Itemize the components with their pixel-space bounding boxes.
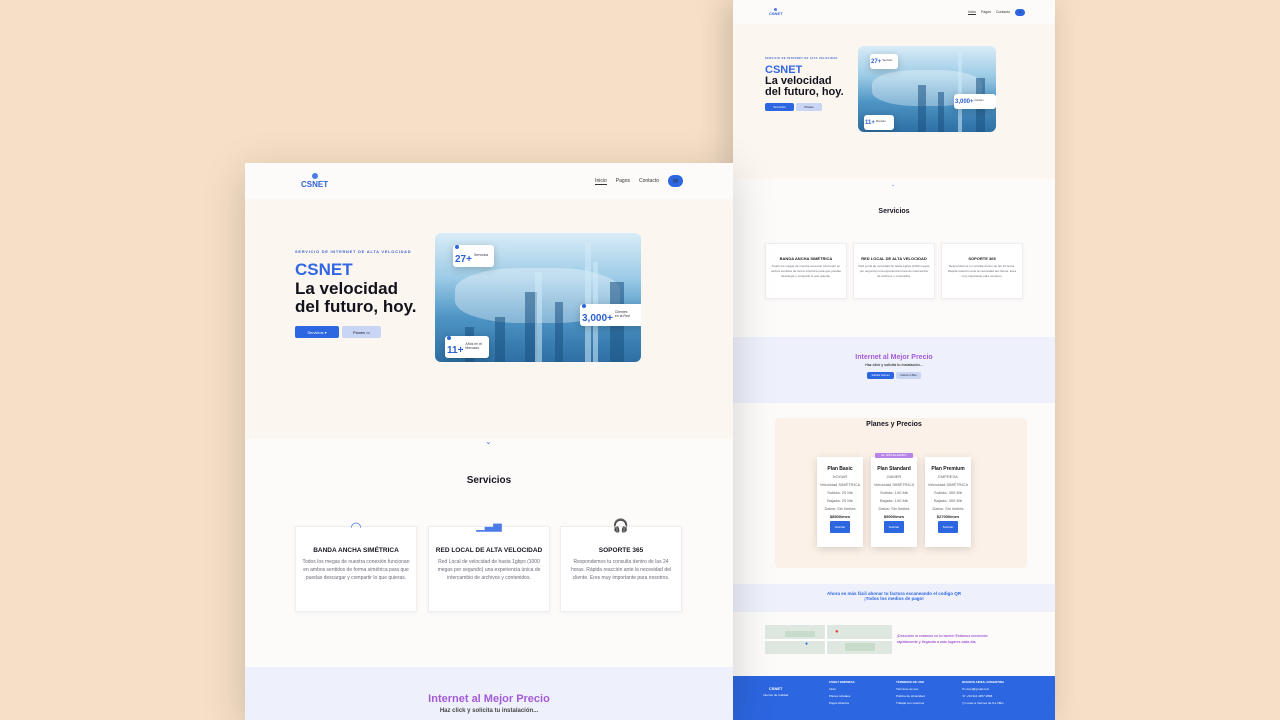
- chat-bubble-icon: ✉: [672, 178, 679, 185]
- footer-link[interactable]: Términos de uso: [896, 686, 925, 693]
- qr-line-2: ¡Todos los medios de pago!: [864, 596, 924, 601]
- plans-title: Planes y Precios: [866, 421, 922, 428]
- hero-section-b: SERVICIO DE INTERNET DE ALTA VELOCIDAD C…: [733, 24, 1055, 179]
- footer-link[interactable]: Trabaja con nosotros: [896, 700, 925, 707]
- service-card-3: 🎧 SOPORTE 365 Respondemos tu consulta de…: [560, 518, 682, 612]
- logo-text: CSNET: [301, 180, 329, 189]
- scroll-down-chevron-icon[interactable]: ⌄: [485, 437, 492, 446]
- nav-item-pagos[interactable]: Pagos: [616, 178, 630, 184]
- promo-band: Internet al Mejor Precio Haz click y sol…: [245, 667, 733, 720]
- desktop-mockup-full: CSNET Inicio Pagos Contacto ✉ SERVICIO D…: [733, 0, 1055, 720]
- services-title-b: Servicios: [878, 208, 910, 215]
- users-icon: [582, 304, 586, 308]
- map-pin-icon: ●: [835, 629, 839, 635]
- footer: CSNET Internet de Calidad CSNET EMPRESA …: [733, 676, 1055, 720]
- logo-b[interactable]: CSNET: [769, 8, 783, 16]
- hero-headline-2: del futuro, hoy.: [295, 297, 417, 316]
- hero-city-image: 27+ Servicios 3,000+ Clientes en la Red …: [435, 233, 641, 362]
- stat-clients: 3,000+ Clientes en la Red: [580, 304, 641, 326]
- nav-item-inicio-b[interactable]: Inicio: [967, 10, 977, 15]
- hero-eyebrow: SERVICIO DE INTERNET DE ALTA VELOCIDAD: [295, 249, 412, 254]
- stat-clients-b: 3,000+ Clientes: [954, 94, 996, 109]
- service-card-b-2: RED LOCAL DE ALTA VELOCIDAD Red Local de…: [853, 243, 935, 299]
- services-title: Servicios: [466, 475, 512, 486]
- coverage-map[interactable]: ● ●: [765, 625, 892, 654]
- navbar: CSNET Inicio Pagos Contacto ✉: [245, 163, 733, 199]
- card-icon: ▭: [366, 329, 371, 335]
- services-button-b[interactable]: Servicios: [765, 103, 794, 111]
- plan-popular-tag: EL MÁS ELEGIDO: [875, 453, 913, 458]
- promo-title: Internet al Mejor Precio: [428, 693, 550, 705]
- promo-subtitle: Haz click y solicita tu instalación...: [439, 708, 539, 714]
- navbar-b: CSNET Inicio Pagos Contacto ✉: [733, 0, 1055, 24]
- chat-button-b[interactable]: ✉: [1015, 8, 1025, 16]
- service-card-b-3: SOPORTE 365 Respondemos tu consulta dent…: [941, 243, 1023, 299]
- hero-brand: CSNET: [295, 260, 353, 279]
- globe-icon: [447, 336, 451, 340]
- promo-band-b: Internet al Mejor Precio Haz click y sol…: [733, 337, 1055, 403]
- service-card-2: ▁▃▅ RED LOCAL DE ALTA VELOCIDAD Red Loca…: [428, 520, 550, 612]
- promo-button-a[interactable]: Solicitar Internet: [867, 372, 894, 379]
- promo-button-b[interactable]: Ahorrar el Mes: [896, 372, 921, 379]
- footer-hours: ◷ Lunes a Viernes de 9 a 18hs: [962, 701, 1004, 705]
- filter-icon: ▾: [324, 329, 327, 335]
- service-card-1: ◠ BANDA ANCHA SIMÉTRICA Todos los megas …: [295, 519, 417, 612]
- plan-standard-button[interactable]: Solicitar: [883, 521, 905, 533]
- qr-band: Ahora es más fácil abonar tu factura esc…: [733, 584, 1055, 612]
- hero-city-image-b: 27+ Servicios 3,000+ Clientes 11+ Mercad…: [858, 46, 996, 132]
- plan-basic-button[interactable]: Solicitar: [829, 521, 851, 533]
- services-button[interactable]: Servicios ▾: [295, 326, 339, 338]
- nav-item-inicio[interactable]: Inicio: [595, 178, 607, 185]
- plans-button-b[interactable]: Planes: [796, 103, 822, 111]
- footer-email[interactable]: ✉ csnet@gmail.com: [962, 686, 1004, 693]
- logo-mark-icon: [311, 173, 318, 179]
- footer-link[interactable]: Planes Actuales: [829, 693, 855, 700]
- coverage-text: ¡Descubre si estamos en tu barrio! Estam…: [897, 634, 988, 644]
- logo[interactable]: CSNET: [301, 173, 328, 189]
- plan-premium-button[interactable]: Solicitar: [937, 521, 959, 533]
- map-pin-icon: ●: [805, 641, 809, 647]
- stat-years: 11+ Años en el Mercado: [445, 336, 489, 358]
- wifi-icon: ◠: [350, 519, 362, 534]
- footer-link[interactable]: Política de privacidad: [896, 693, 925, 700]
- plan-card-basic: Plan Basic HOGAR Velocidad SIMÉTRICA Sub…: [817, 457, 863, 547]
- plan-card-premium: Plan Premium EMPRESA Velocidad SIMÉTRICA…: [925, 457, 971, 547]
- nav-item-pagos-b[interactable]: Pagos: [981, 10, 991, 14]
- footer-logo: CSNET: [768, 686, 783, 691]
- flag-icon: [455, 245, 459, 249]
- hero-headline-1: La velocidad: [295, 279, 398, 298]
- nav-item-contacto-b[interactable]: Contacto: [996, 10, 1010, 14]
- stat-services: 27+ Servicios: [453, 245, 494, 267]
- footer-link[interactable]: Inicio: [829, 686, 855, 693]
- chat-button[interactable]: ✉: [668, 175, 683, 187]
- hero-section: SERVICIO DE INTERNET DE ALTA VELOCIDAD C…: [245, 199, 733, 439]
- stat-services-b: 27+ Servicios: [870, 54, 898, 69]
- plan-card-standard: EL MÁS ELEGIDO Plan Standard GAMER Veloc…: [871, 453, 917, 547]
- stat-years-b: 11+ Mercado: [864, 115, 894, 130]
- signal-bars-icon: ▁▃▅: [476, 520, 502, 532]
- footer-link[interactable]: Pagos Abiertos: [829, 700, 855, 707]
- nav-item-contacto[interactable]: Contacto: [639, 178, 659, 184]
- scroll-down-chevron-icon-b[interactable]: ⌄: [891, 182, 895, 188]
- footer-phone[interactable]: ☏ +54 911 4457 2898: [962, 693, 1004, 700]
- headset-icon: 🎧: [612, 518, 630, 533]
- footer-tagline: Internet de Calidad: [763, 693, 789, 697]
- desktop-mockup-front: CSNET Inicio Pagos Contacto ✉ SERVICIO D…: [245, 163, 733, 720]
- service-card-b-1: BANDA ANCHA SIMÉTRICA Todos los megas de…: [765, 243, 847, 299]
- plans-button[interactable]: Planes ▭: [342, 326, 381, 338]
